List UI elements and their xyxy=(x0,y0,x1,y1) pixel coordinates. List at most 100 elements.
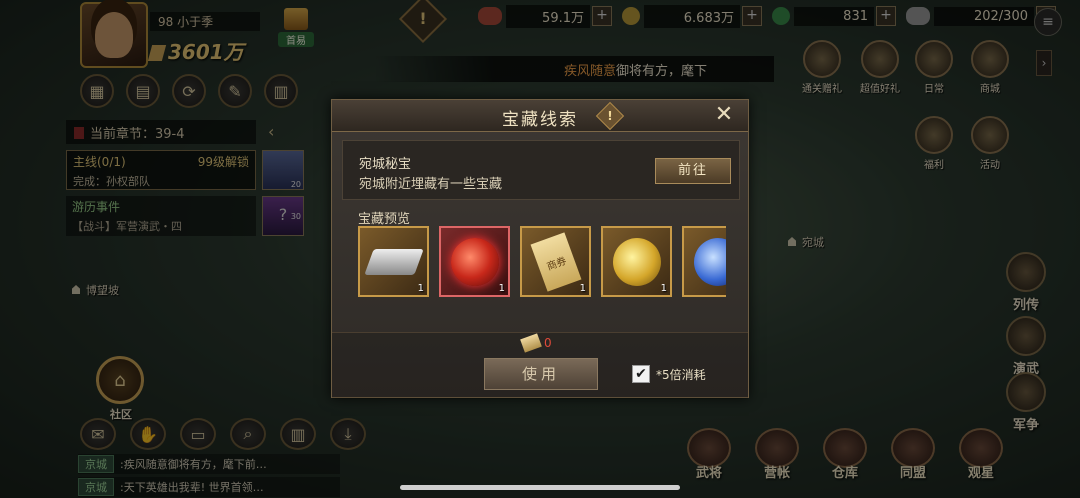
stamina-icon xyxy=(906,7,930,25)
clue-scroll-icon xyxy=(520,333,542,353)
dock-generals[interactable]: 武将 xyxy=(680,428,738,481)
biography-icon xyxy=(1006,252,1046,292)
treasure-description: 宛城附近埋藏有一些宝藏 xyxy=(359,177,503,192)
resource-jade: 831 + xyxy=(772,5,896,27)
resource-bar: 59.1万 + 6.683万 + 831 + 202/300 + xyxy=(478,4,1056,28)
dock-camp[interactable]: 营帐 xyxy=(748,428,806,481)
scroll-icon[interactable]: ▥ xyxy=(264,74,298,108)
resource-coin: 6.683万 + xyxy=(622,4,762,28)
quest-scroll-icon[interactable]: ▭ xyxy=(180,418,216,450)
chat-row: 京城 :天下英雄出我辈! 世界首领… xyxy=(78,477,340,497)
main-quest-title: 主线(0/1) xyxy=(73,155,126,169)
map-label-wancheng[interactable]: 宛城 xyxy=(788,234,824,250)
side-biography[interactable]: 列传 xyxy=(996,252,1056,313)
gift-box-icon xyxy=(284,8,308,30)
coin-icon xyxy=(622,7,640,25)
search-icon[interactable]: ⌕ xyxy=(230,418,266,450)
main-quest-desc: 完成：孙权部队 xyxy=(73,175,150,188)
player-power: 3601万 xyxy=(147,36,244,65)
activity-clear-gift[interactable]: 通关赠礼 xyxy=(792,40,852,95)
events-icon xyxy=(971,116,1009,154)
blue-orb-icon xyxy=(693,237,726,286)
crossed-swords-icon xyxy=(915,40,953,78)
chapter-indicator[interactable]: 当前章节：39-4 xyxy=(66,120,256,144)
cycle-icon[interactable]: ⟳ xyxy=(172,74,206,108)
tools-icon[interactable]: ✎ xyxy=(218,74,252,108)
gift-bag-icon xyxy=(861,40,899,78)
mail-icon[interactable]: ✉ xyxy=(80,418,116,450)
bottom-dock: 武将 营帐 仓库 同盟 观星 xyxy=(680,428,1010,481)
tower-icon xyxy=(72,285,80,294)
shop-icon xyxy=(971,40,1009,78)
red-orb-icon xyxy=(450,237,499,286)
item-gold-orb[interactable]: 1 xyxy=(601,226,672,297)
travel-event[interactable]: 游历事件 【战斗】军营演武・四 xyxy=(66,196,256,236)
activity-value-gift[interactable]: 超值好礼 xyxy=(850,40,910,95)
add-copper-button[interactable]: + xyxy=(592,6,612,26)
chat-channel-tag: 京城 xyxy=(78,478,114,496)
go-button[interactable]: 前往 xyxy=(655,158,731,184)
drill-swords-icon xyxy=(1006,316,1046,356)
expand-arrow-icon[interactable]: › xyxy=(1036,50,1052,76)
book-icon[interactable]: 20 xyxy=(262,150,304,190)
welfare-bag-icon xyxy=(915,116,953,154)
chat-panel[interactable]: 京城 :疾风随意御将有方，麾下前… 京城 :天下英雄出我辈! 世界首领… xyxy=(78,454,340,498)
activity-daily[interactable]: 日常 xyxy=(904,40,964,95)
use-button[interactable]: 使用 xyxy=(484,358,598,390)
fivefold-label: *5倍消耗 xyxy=(656,368,706,382)
home-indicator[interactable] xyxy=(400,485,680,490)
mystery-book-icon[interactable]: ? 30 xyxy=(262,196,304,236)
dock-stargazing[interactable]: 观星 xyxy=(952,428,1010,481)
community-button[interactable]: ⌂ 社区 xyxy=(96,356,146,422)
chat-message: :天下英雄出我辈! 世界首领… xyxy=(120,481,264,494)
side-drill[interactable]: 演武 xyxy=(996,316,1056,377)
activity-events[interactable]: 活动 xyxy=(960,116,1020,171)
collapse-arrow-icon[interactable]: ‹ xyxy=(268,122,274,141)
copper-icon xyxy=(478,7,502,25)
activity-welfare[interactable]: 福利 xyxy=(904,116,964,171)
download-icon[interactable]: ⤓ xyxy=(330,418,366,450)
broadcast-ticker: 疾风随意御将有方，麾下 xyxy=(374,56,774,82)
map-label-bowangpo[interactable]: 博望坡 xyxy=(72,282,119,298)
portrait-icon xyxy=(95,12,133,58)
alliance-icon xyxy=(891,428,935,468)
hand-icon[interactable]: ✋ xyxy=(130,418,166,450)
treasure-location-title: 宛城秘宝 xyxy=(359,157,412,172)
dock-alliance[interactable]: 同盟 xyxy=(884,428,942,481)
silver-ingot-icon xyxy=(363,248,424,275)
player-avatar[interactable] xyxy=(80,2,148,68)
barracks-icon[interactable]: ▤ xyxy=(126,74,160,108)
general-icon xyxy=(687,428,731,468)
treasure-preview-list[interactable]: 1 1 商券 1 1 xyxy=(358,226,726,298)
gold-orb-icon xyxy=(612,237,661,286)
menu-icon[interactable]: ≡ xyxy=(1034,8,1062,36)
resource-copper: 59.1万 + xyxy=(478,4,612,28)
dialog-title: 宝藏线索 xyxy=(502,110,578,130)
add-jade-button[interactable]: + xyxy=(876,6,896,26)
tower-icon xyxy=(788,237,796,246)
main-quest[interactable]: 主线(0/1) 99级解锁 完成：孙权部队 xyxy=(66,150,256,190)
community-icon: ⌂ xyxy=(96,356,144,404)
bottom-left-shortcuts: ✉ ✋ ▭ ⌕ ▥ ⤓ xyxy=(80,418,366,450)
item-scroll-token[interactable]: 商券 1 xyxy=(520,226,591,297)
alert-icon[interactable]: ! xyxy=(398,0,448,44)
item-red-orb[interactable]: 1 xyxy=(439,226,510,297)
scroll-token-icon: 商券 xyxy=(530,231,581,292)
add-coin-button[interactable]: + xyxy=(742,6,762,26)
fivefold-checkbox[interactable]: ✔ xyxy=(632,365,650,383)
clue-cost: 0 xyxy=(520,333,552,353)
ranking-icon[interactable]: ▥ xyxy=(280,418,316,450)
main-quest-unlock: 99级解锁 xyxy=(197,155,249,169)
dock-warehouse[interactable]: 仓库 xyxy=(816,428,874,481)
player-name: 98 小于季 xyxy=(150,12,260,31)
item-blue-orb[interactable] xyxy=(682,226,726,297)
event-title: 游历事件 xyxy=(72,200,121,214)
event-desc: 【战斗】军营演武・四 xyxy=(72,220,182,233)
activity-shop[interactable]: 商城 xyxy=(960,40,1020,95)
close-icon[interactable]: ✕ xyxy=(712,104,736,127)
building-icon[interactable]: ▦ xyxy=(80,74,114,108)
first-recharge-button[interactable]: 首易 xyxy=(278,8,314,47)
side-warfare[interactable]: 军争 xyxy=(996,372,1056,433)
jade-icon xyxy=(772,7,790,25)
item-silver-ingot[interactable]: 1 xyxy=(358,226,429,297)
